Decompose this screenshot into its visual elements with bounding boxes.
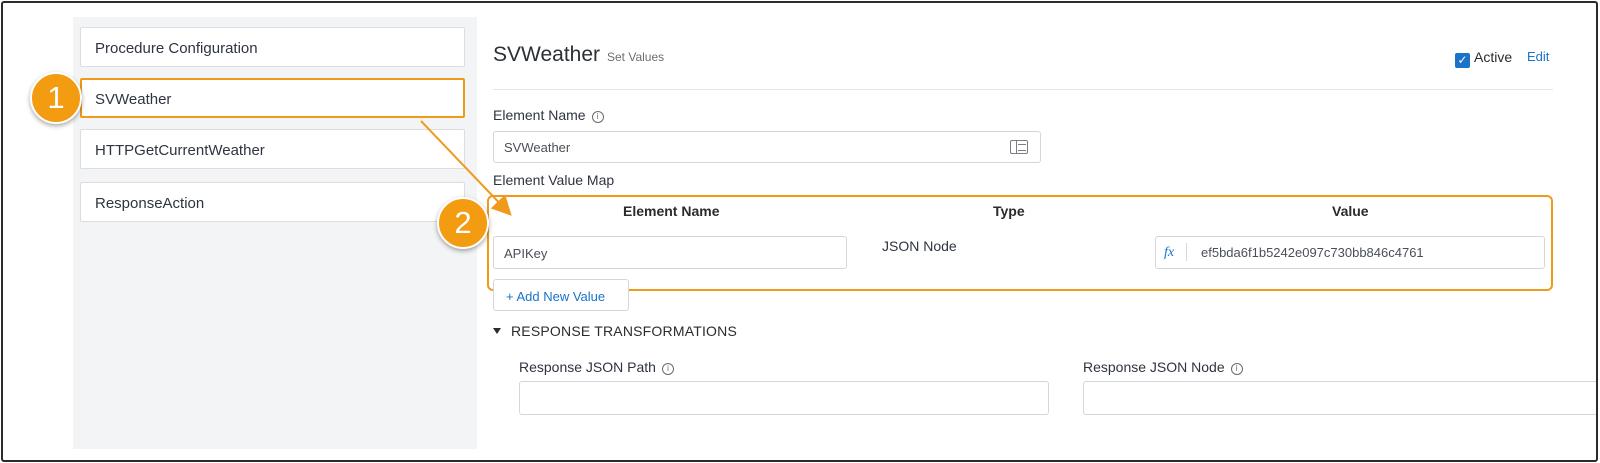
formula-fx-icon[interactable]: fx [1164,245,1174,261]
checkbox-checked-icon[interactable]: ✓ [1455,53,1470,68]
element-value-map-label: Element Value Map [493,172,615,188]
sidebar-item-svweather[interactable]: SVWeather [80,78,465,118]
sidebar-item-label: SVWeather [95,91,172,108]
map-value-text: ef5bda6f1b5242e097c730bb846c4761 [1201,245,1424,260]
edit-link[interactable]: Edit [1527,49,1549,64]
procedure-sidebar: Procedure Configuration SVWeather HTTPGe… [73,17,477,449]
sidebar-item-label: HTTPGetCurrentWeather [95,142,265,159]
column-header-type: Type [993,203,1025,219]
element-properties-panel: SVWeather Set Values ✓ Active Edit Elemen… [477,17,1596,449]
active-toggle[interactable]: ✓ Active [1455,49,1512,68]
fx-divider [1186,243,1187,261]
add-new-value-button[interactable]: + Add New Value [493,279,629,311]
column-header-element-name: Element Name [623,203,720,219]
response-json-node-label: Response JSON Node i [1083,359,1243,375]
table-icon[interactable] [1010,140,1028,154]
header-divider [493,89,1553,90]
callout-badge-2: 2 [437,197,489,249]
map-value-input[interactable]: fx ef5bda6f1b5242e097c730bb846c4761 [1155,236,1545,269]
info-icon[interactable]: i [591,111,604,123]
sidebar-item-httpgetcurrentweather[interactable]: HTTPGetCurrentWeather [80,129,465,169]
response-transformations-toggle[interactable]: RESPONSE TRANSFORMATIONS [493,323,737,339]
info-icon[interactable]: i [661,363,674,375]
response-transformations-heading: RESPONSE TRANSFORMATIONS [511,323,737,339]
callout-badge-1: 1 [30,72,82,124]
page-subtitle: Set Values [607,50,665,64]
element-name-label-text: Element Name [493,107,586,123]
page-title: SVWeather [493,43,600,66]
screenshot-frame: Procedure Configuration SVWeather HTTPGe… [1,1,1598,462]
response-json-path-label-text: Response JSON Path [519,359,656,375]
sidebar-item-responseaction[interactable]: ResponseAction [80,182,465,222]
response-json-path-input[interactable] [519,381,1049,415]
map-type-value: JSON Node [882,238,957,254]
response-json-path-label: Response JSON Path i [519,359,674,375]
element-name-input[interactable]: SVWeather [493,131,1041,163]
map-element-name-input[interactable]: APIKey [493,236,847,269]
response-json-node-label-text: Response JSON Node [1083,359,1225,375]
info-icon[interactable]: i [1230,363,1243,375]
map-element-name-value: APIKey [504,246,548,261]
sidebar-item-procedure-configuration[interactable]: Procedure Configuration [80,27,465,67]
element-name-value: SVWeather [504,140,571,155]
element-name-label: Element Name i [493,107,604,123]
sidebar-item-label: ResponseAction [95,195,205,212]
column-header-value: Value [1332,203,1369,219]
sidebar-item-label: Procedure Configuration [95,40,258,57]
caret-down-icon [493,328,501,334]
active-label: Active [1474,49,1513,65]
response-json-node-input[interactable] [1083,381,1596,415]
